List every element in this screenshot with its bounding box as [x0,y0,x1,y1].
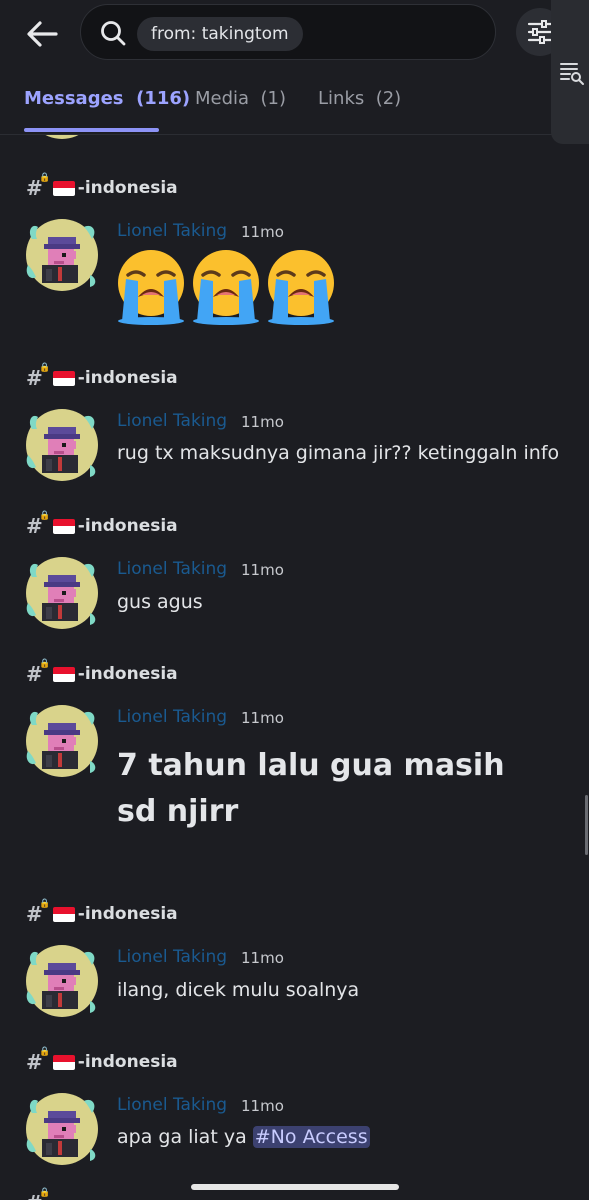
avatar[interactable] [24,135,100,141]
author-name[interactable]: Lionel Taking [117,707,227,727]
active-tab-indicator [24,128,159,132]
timestamp: 11mo [241,709,284,727]
locked-channel-icon: #🔒 [26,659,51,686]
channel-label[interactable]: # 🔒 -indonesia [26,659,178,687]
avatar[interactable] [24,703,100,779]
back-arrow-icon[interactable] [22,14,62,54]
timestamp: 11mo [241,223,284,241]
search-bar[interactable]: from: takingtom [80,4,496,60]
top-bar: from: takingtom Messages (116) Media (1)… [0,0,589,135]
avatar[interactable] [24,217,100,293]
tab-media[interactable]: Media (1) [195,88,286,109]
scrollbar[interactable] [585,795,588,855]
loudly-crying-face-emoji [266,248,336,325]
locked-channel-icon: #🔒 [26,899,51,926]
indonesia-flag-icon [52,180,75,196]
author-name[interactable]: Lionel Taking [117,1095,227,1115]
message-text: apa ga liat ya #No Access [117,1126,370,1148]
locked-channel-icon: #🔒 [26,1047,51,1074]
loudly-crying-face-emoji [116,248,186,325]
indonesia-flag-icon [52,906,75,922]
indonesia-flag-icon [52,1054,75,1070]
message-text: ilang, dicek mulu soalnya [117,979,360,1001]
locked-channel-icon: #🔒 [26,1188,51,1200]
channel-mention[interactable]: #No Access [252,1126,370,1148]
loudly-crying-face-emoji [191,248,261,325]
home-indicator[interactable] [191,1184,399,1190]
author-name[interactable]: Lionel Taking [117,221,227,241]
tab-links[interactable]: Links (2) [318,88,401,109]
locked-channel-icon: #🔒 [26,363,51,390]
message-text-large: 7 tahun lalu gua masih sd njirr [117,748,505,829]
author-name[interactable]: Lionel Taking [117,559,227,579]
avatar[interactable] [24,1091,100,1167]
avatar[interactable] [24,407,100,483]
author-name[interactable]: Lionel Taking [117,947,227,967]
channel-label[interactable]: # 🔒 -indonesia [26,173,178,201]
channel-label[interactable]: # 🔒 -indonesia [26,1047,178,1075]
locked-channel-icon: #🔒 [26,173,51,200]
tab-messages[interactable]: Messages (116) [24,88,190,109]
indonesia-flag-icon [52,370,75,386]
indonesia-flag-icon [52,666,75,682]
search-icon [101,21,126,46]
message-text: gus agus [117,591,203,613]
avatar[interactable] [24,555,100,631]
timestamp: 11mo [241,413,284,431]
channel-label[interactable]: # 🔒 -indonesia [26,899,178,927]
message-text: rug tx maksudnya gimana jir?? ketinggaln… [117,442,560,464]
avatar[interactable] [24,943,100,1019]
locked-channel-icon: #🔒 [26,511,51,538]
timestamp: 11mo [241,1097,284,1115]
timestamp: 11mo [241,949,284,967]
channel-label[interactable]: #🔒 [26,1188,51,1200]
timestamp: 11mo [241,561,284,579]
search-tabs: Messages (116) Media (1) Links (2) [0,78,589,134]
search-query-chip[interactable]: from: takingtom [137,17,303,51]
author-name[interactable]: Lionel Taking [117,411,227,431]
channel-label[interactable]: # 🔒 -indonesia [26,363,178,391]
side-panel-toggle[interactable] [551,0,589,144]
channel-label[interactable]: # 🔒 -indonesia [26,511,178,539]
indonesia-flag-icon [52,518,75,534]
search-list-icon [560,63,584,85]
emoji-row [114,247,338,325]
message-list[interactable]: # 🔒 -indonesia Lionel Taking 11mo # 🔒 -ind… [0,135,589,1200]
